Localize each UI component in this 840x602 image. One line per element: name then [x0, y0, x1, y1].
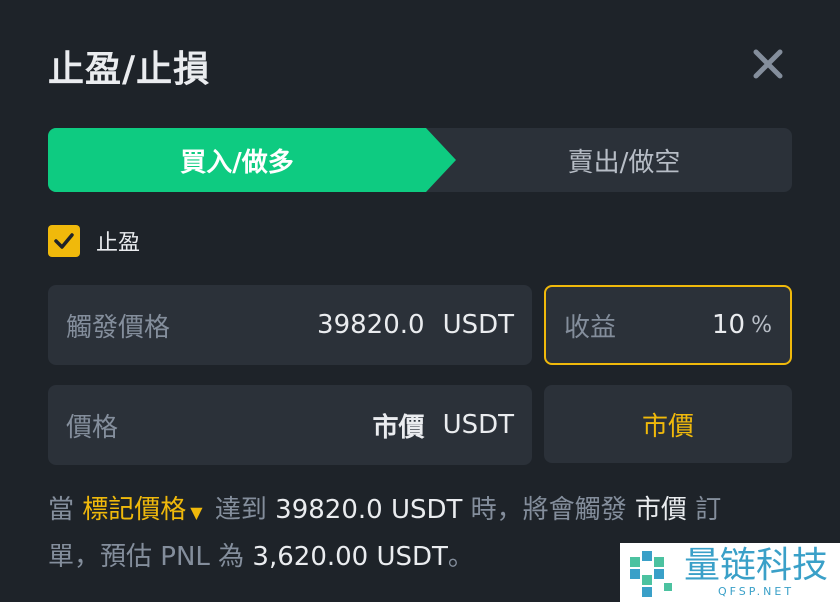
summary-prefix: 當 [48, 495, 75, 525]
market-price-button-label: 市價 [641, 411, 694, 442]
profit-field[interactable]: 收益 10 % [544, 285, 792, 365]
tab-buy-long[interactable]: 買入/做多 [48, 128, 456, 192]
watermark-cn: 量链科技 [684, 545, 829, 586]
order-price-value: 市價 [372, 412, 425, 443]
order-price-label: 價格 [66, 412, 119, 443]
summary-suffix: 。 [447, 542, 474, 572]
trigger-price-field[interactable]: 觸發價格 39820.0 USDT [48, 285, 532, 365]
mark-price-dropdown[interactable]: 標記價格 ▼ [82, 495, 206, 525]
tab-sell-short[interactable]: 賣出/做空 [456, 128, 792, 192]
take-profit-checkbox[interactable] [48, 225, 80, 257]
pixel-logo-icon [630, 550, 672, 597]
trigger-price-unit: USDT [442, 310, 514, 340]
summary-reach-value: 39820.0 USDT [275, 495, 463, 525]
caret-down-icon: ▼ [190, 503, 203, 522]
profit-value: 10 [712, 310, 746, 340]
order-price-unit: USDT [442, 410, 514, 440]
profit-unit: % [751, 312, 772, 338]
checkmark-icon [54, 233, 74, 249]
summary-order-type: 市價 [634, 495, 687, 525]
summary-pnl: 3,620.00 USDT [252, 542, 448, 572]
take-profit-label: 止盈 [96, 231, 141, 256]
trigger-price-value: 39820.0 [317, 310, 425, 340]
mark-price-label: 標記價格 [82, 495, 187, 525]
summary-mid: 時，將會觸發 [470, 495, 627, 525]
market-price-button[interactable]: 市價 [544, 385, 792, 463]
take-profit-row: 止盈 [48, 225, 140, 257]
tab-buy-label: 買入/做多 [180, 147, 294, 178]
side-tabs: 買入/做多 賣出/做空 [48, 128, 792, 192]
tab-sell-label: 賣出/做空 [567, 147, 681, 178]
watermark-en: QFSP.NET [717, 585, 795, 598]
order-price-field[interactable]: 價格 市價 USDT [48, 385, 532, 465]
summary-reach: 達到 [214, 495, 267, 525]
watermark-logo: 量链科技 QFSP.NET [620, 543, 840, 602]
dialog-title: 止盈/止損 [48, 49, 211, 90]
trigger-price-label: 觸發價格 [66, 312, 171, 343]
close-icon[interactable] [748, 44, 788, 84]
profit-label: 收益 [564, 312, 617, 343]
